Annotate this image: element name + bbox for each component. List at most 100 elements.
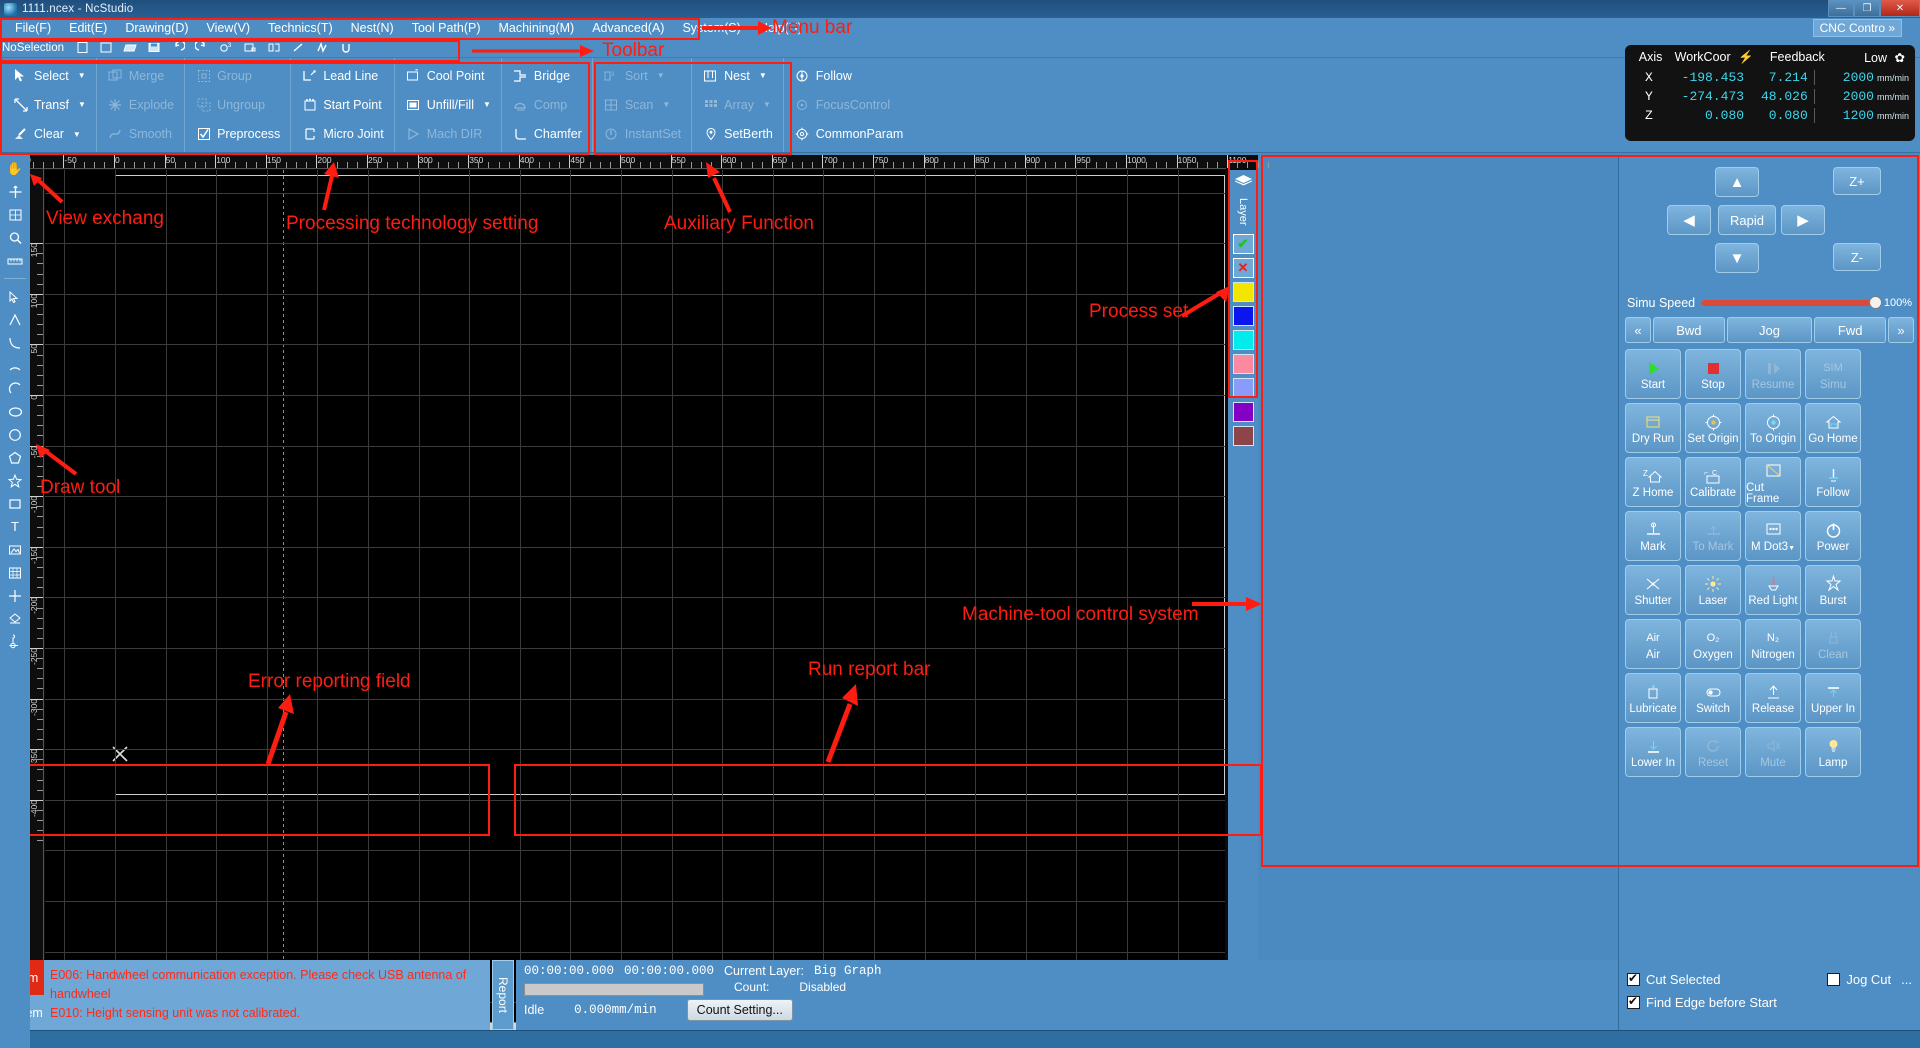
nitrogen-button[interactable]: N₂ Nitrogen: [1745, 619, 1801, 669]
bwd-button[interactable]: Bwd: [1653, 317, 1725, 343]
measure-icon[interactable]: [2, 249, 28, 272]
ribbon-microjoint-button[interactable]: Micro Joint: [295, 121, 389, 147]
find-edge-checkbox[interactable]: [1627, 994, 1640, 1009]
drawing-canvas[interactable]: [45, 170, 1225, 1021]
jog-mode-button[interactable]: Jog: [1726, 317, 1813, 343]
switch-button[interactable]: Switch: [1685, 673, 1741, 723]
fwd-button[interactable]: Fwd: [1814, 317, 1886, 343]
menu-item-toolpath[interactable]: Tool Path(P): [403, 19, 490, 37]
set-origin-button[interactable]: Set Origin: [1685, 403, 1741, 453]
ribbon-scan-button[interactable]: Scan ▼: [597, 92, 687, 118]
pan-icon[interactable]: [2, 180, 28, 203]
open-file-icon[interactable]: [94, 39, 118, 57]
gear-icon[interactable]: ✿: [1895, 51, 1905, 65]
dry-run-button[interactable]: Dry Run: [1625, 403, 1681, 453]
chevron-down-icon[interactable]: ▼: [657, 71, 665, 80]
new-file-icon[interactable]: [70, 39, 94, 57]
z-home-button[interactable]: Z Z Home: [1625, 457, 1681, 507]
cut-selected-checkbox[interactable]: [1627, 971, 1640, 986]
ribbon-sort-button[interactable]: 3 Sort ▼: [597, 63, 687, 89]
simu-speed-slider[interactable]: [1701, 296, 1882, 309]
release-button[interactable]: Release: [1745, 673, 1801, 723]
ribbon-comp-button[interactable]: Comp: [506, 92, 588, 118]
jog-cut-more-button[interactable]: ...: [1897, 972, 1912, 987]
lower-in-button[interactable]: Lower In: [1625, 727, 1681, 777]
layer-drop-icon[interactable]: [2, 607, 28, 630]
ribbon-transf-button[interactable]: Transf ▼: [6, 92, 92, 118]
save-icon[interactable]: [142, 39, 166, 57]
bwd-chevron-button[interactable]: «: [1625, 317, 1651, 343]
ribbon-array-button[interactable]: Array ▼: [696, 92, 779, 118]
ribbon-commonparam-button[interactable]: CommonParam: [788, 121, 910, 147]
curve-icon[interactable]: [2, 331, 28, 354]
stop-button[interactable]: Stop: [1685, 349, 1741, 399]
follow-button[interactable]: Follow: [1805, 457, 1861, 507]
chevron-down-icon[interactable]: ▼: [759, 71, 767, 80]
ribbon-merge-button[interactable]: Merge: [101, 63, 180, 89]
lamp-button[interactable]: Lamp: [1805, 727, 1861, 777]
align-icon[interactable]: [238, 39, 262, 57]
polyline-icon[interactable]: [2, 308, 28, 331]
mark-button[interactable]: Mark: [1625, 511, 1681, 561]
fwd-chevron-button[interactable]: »: [1888, 317, 1914, 343]
bezier-icon[interactable]: [2, 377, 28, 400]
red-light-button[interactable]: Red Light: [1745, 565, 1801, 615]
node-edit-icon[interactable]: [2, 285, 28, 308]
jog-down-button[interactable]: ▼: [1715, 243, 1759, 273]
menu-item-file[interactable]: File(F): [6, 19, 60, 37]
jog-right-button[interactable]: ▶: [1781, 205, 1825, 235]
jog-left-button[interactable]: ◀: [1667, 205, 1711, 235]
rect-icon[interactable]: [2, 492, 28, 515]
resume-button[interactable]: Resume: [1745, 349, 1801, 399]
simu-speed-knob[interactable]: [1868, 296, 1882, 309]
ribbon-instantset-button[interactable]: InstantSet: [597, 121, 687, 147]
jog-cut-checkbox[interactable]: [1827, 973, 1841, 986]
rapid-button[interactable]: Rapid: [1718, 205, 1776, 235]
maximize-button[interactable]: ❐: [1854, 0, 1880, 17]
ribbon-unfillfill-button[interactable]: Unfill/Fill ▼: [399, 92, 497, 118]
text-icon[interactable]: T: [2, 515, 28, 538]
reset-button[interactable]: Reset: [1685, 727, 1741, 777]
go-home-button[interactable]: Go Home: [1805, 403, 1861, 453]
jog-up-button[interactable]: ▲: [1715, 167, 1759, 197]
layer-swatch-yellow[interactable]: [1232, 281, 1254, 302]
upper-in-button[interactable]: Upper In: [1805, 673, 1861, 723]
menu-item-nest[interactable]: Nest(N): [342, 19, 403, 37]
lubricate-button[interactable]: Lubricate: [1625, 673, 1681, 723]
burst-button[interactable]: Burst: [1805, 565, 1861, 615]
star-icon[interactable]: [2, 469, 28, 492]
circle-icon[interactable]: [2, 423, 28, 446]
ellipse-icon[interactable]: [2, 400, 28, 423]
chevron-down-icon[interactable]: ▼: [73, 130, 81, 139]
layer-visible-toggle[interactable]: ✔: [1232, 233, 1254, 254]
menu-item-system[interactable]: System(S): [673, 19, 749, 37]
chevron-down-icon[interactable]: ▼: [78, 71, 86, 80]
cut-frame-button[interactable]: Cut Frame: [1745, 457, 1801, 507]
duplicate-icon[interactable]: 3: [214, 39, 238, 57]
redo-icon[interactable]: [190, 39, 214, 57]
cnc-control-tab[interactable]: CNC Contro »: [1812, 19, 1902, 37]
minimize-button[interactable]: —: [1828, 0, 1854, 17]
layer-swatch-blue[interactable]: [1232, 305, 1254, 326]
chevron-down-icon[interactable]: ▼: [78, 100, 86, 109]
polygon-icon[interactable]: [2, 446, 28, 469]
laser-button[interactable]: Laser: [1685, 565, 1741, 615]
calibrate-button[interactable]: ⌐ C Calibrate: [1685, 457, 1741, 507]
image-icon[interactable]: [2, 538, 28, 561]
menu-item-drawing[interactable]: Drawing(D): [116, 19, 197, 37]
crosshair-icon[interactable]: [2, 584, 28, 607]
ribbon-ungroup-button[interactable]: Ungroup: [189, 92, 286, 118]
arc-icon[interactable]: [2, 354, 28, 377]
ribbon-select-button[interactable]: Select ▼: [6, 63, 92, 89]
undo-icon[interactable]: [166, 39, 190, 57]
ribbon-clear-button[interactable]: Clear ▼: [6, 121, 92, 147]
ribbon-smooth-button[interactable]: Smooth: [101, 121, 180, 147]
menu-item-advanced[interactable]: Advanced(A): [583, 19, 673, 37]
power-button[interactable]: Power: [1805, 511, 1861, 561]
curve-tool-icon[interactable]: [334, 39, 358, 57]
ribbon-coolpoint-button[interactable]: * Cool Point: [399, 63, 497, 89]
report-tab[interactable]: Report: [492, 960, 514, 1030]
ribbon-leadline-button[interactable]: Lead Line: [295, 63, 389, 89]
shutter-button[interactable]: Shutter: [1625, 565, 1681, 615]
layer-swatch-periwinkle[interactable]: [1232, 377, 1254, 398]
